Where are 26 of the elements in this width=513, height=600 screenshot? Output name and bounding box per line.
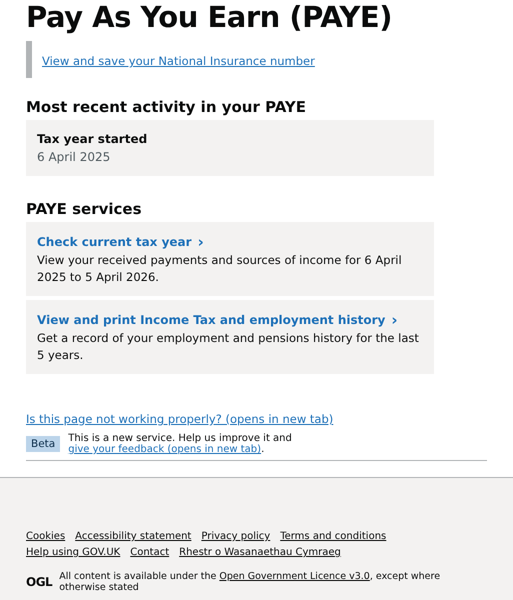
- licence-text: All content is available under the Open Government Licence v3.0, except where otherwise stated: [59, 571, 442, 593]
- page-title: Pay As You Earn (PAYE): [26, 0, 393, 36]
- footer-link[interactable]: Terms and conditions: [280, 530, 386, 544]
- licence-logo: OGL: [26, 575, 52, 589]
- footer-link[interactable]: Cookies: [26, 530, 66, 544]
- feedback-link[interactable]: give your feedback (opens in new tab): [68, 444, 262, 455]
- phase-tag: Beta: [26, 436, 60, 452]
- national-insurance-link[interactable]: View and save your National Insurance number: [42, 54, 315, 68]
- service-link[interactable]: Check current tax year: [37, 232, 192, 252]
- chevron-icon: ›: [198, 232, 204, 252]
- activity-label: Tax year started: [37, 131, 148, 148]
- activity-date: 6 April 2025: [37, 149, 112, 166]
- footer-link[interactable]: Help using GOV.UK: [26, 546, 120, 560]
- footer-link[interactable]: Contact: [130, 546, 170, 560]
- section-heading: Most recent activity in your PAYE: [26, 98, 307, 116]
- chevron-icon: ›: [391, 310, 398, 330]
- footer-link[interactable]: Rhestr o Wasanaethau Cymraeg: [179, 546, 341, 560]
- footer-link[interactable]: Privacy policy: [201, 530, 270, 544]
- service-link[interactable]: View and print Income Tax and employment history: [37, 310, 386, 330]
- licence-link[interactable]: Open Government Licence v3.0: [219, 571, 370, 582]
- section-heading: PAYE services: [26, 200, 143, 218]
- footer-link[interactable]: Accessibility statement: [75, 530, 192, 544]
- banner-text: This is a new service. Help us improve it and give your feedback (opens in new tab).: [68, 433, 293, 455]
- service-description: Get a record of your employment and pensions history for the last 5 years.: [37, 330, 420, 364]
- service-description: View your received payments and sources of income for 6 April 2025 to 5 April 2026.: [37, 252, 403, 286]
- report-problem-link[interactable]: Is this page not working properly? (opens in new tab): [26, 412, 334, 426]
